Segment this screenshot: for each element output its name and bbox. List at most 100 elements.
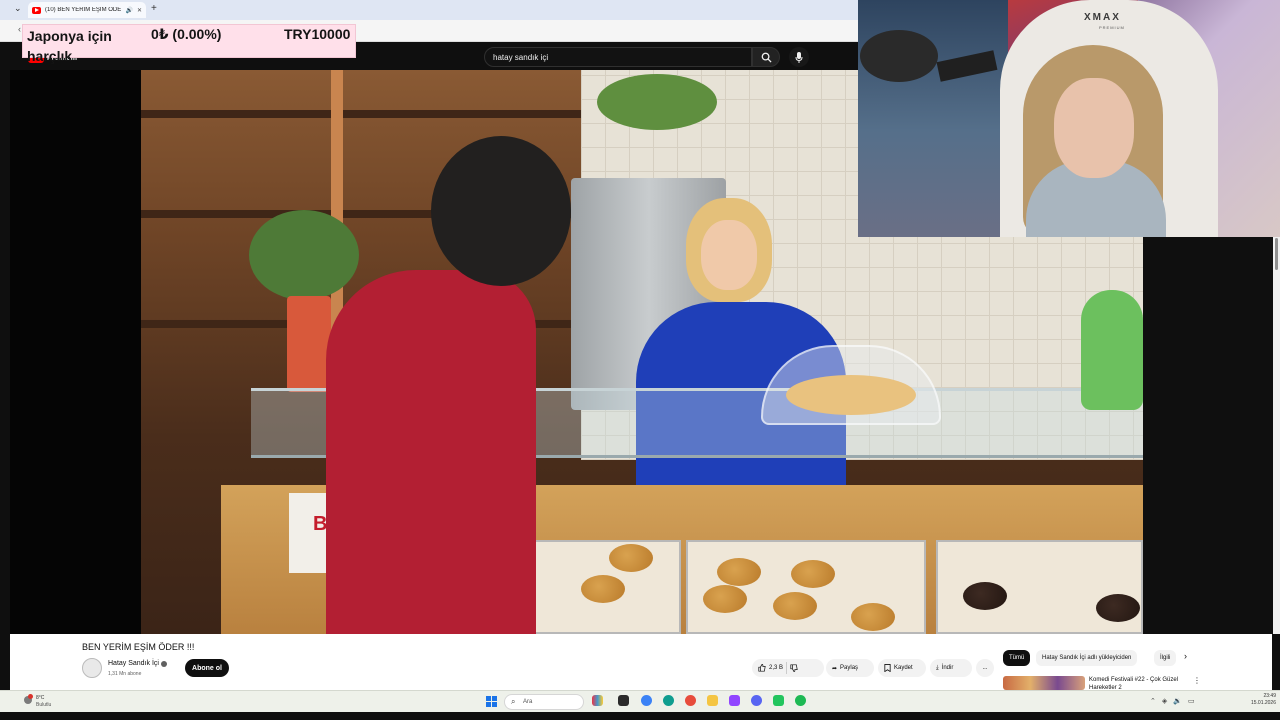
speaker-icon[interactable]: 🔊	[125, 7, 132, 14]
share-label: Paylaş	[840, 665, 859, 671]
recommended-video-thumbnail[interactable]	[1003, 676, 1085, 690]
clock-date: 15.01.2026	[1250, 700, 1276, 706]
chocolate-cookie	[963, 582, 1007, 610]
cheesecake	[786, 375, 916, 415]
man-head	[431, 136, 571, 286]
cookie	[717, 558, 761, 586]
plant	[249, 210, 359, 300]
volume-icon[interactable]: 🔉	[1173, 697, 1182, 705]
verified-badge-icon	[160, 660, 167, 667]
webcam-table	[860, 30, 938, 82]
cookie	[581, 575, 625, 603]
taskbar-clock[interactable]: 23:49 15.01.2026	[1240, 693, 1276, 707]
branded-box: B	[289, 493, 329, 573]
channel-name-row[interactable]: Hatay Sandık İçi	[108, 660, 167, 667]
tray-chevron-icon[interactable]: ⌃	[1150, 697, 1156, 705]
woman-face	[701, 220, 757, 290]
donation-goal-label: Japonya için harçlık	[27, 28, 112, 64]
streamer-face	[1054, 78, 1134, 178]
shelf	[141, 110, 581, 118]
more-options-icon[interactable]: ⋮	[1193, 676, 1201, 685]
tab-title: (10) BEN YERİM EŞİM ÖDER	[45, 7, 122, 13]
cookie	[851, 603, 895, 631]
subscribe-button[interactable]: Abone ol	[185, 659, 229, 677]
subscriber-count: 1,31 Mn abone	[108, 671, 142, 677]
battery-icon[interactable]: ▭	[1188, 697, 1195, 705]
cookie	[791, 560, 835, 588]
bulldog-figurine	[1081, 290, 1143, 410]
page-scrollbar[interactable]	[1273, 237, 1280, 634]
chip-channel-uploads[interactable]: Hatay Sandık İçi adlı yükleyiciden	[1036, 650, 1138, 666]
windows-start-icon[interactable]	[486, 696, 497, 707]
voice-search-button[interactable]	[789, 47, 809, 67]
man-figure	[326, 270, 536, 634]
taskbar-search-input[interactable]: Ara	[504, 694, 584, 710]
network-icon[interactable]: ◈	[1162, 697, 1167, 705]
video-title: BEN YERİM EŞİM ÖDER !!!	[82, 642, 195, 652]
donation-goal-target: TRY10000	[284, 26, 351, 42]
flower-pot	[287, 296, 331, 392]
edge-browser-icon[interactable]	[663, 695, 674, 706]
widget-app-icon[interactable]	[592, 695, 603, 706]
youtube-favicon-icon	[32, 6, 41, 14]
tab-list-chevron-icon[interactable]: ⌄	[14, 3, 22, 14]
chip-all[interactable]: Tümü	[1003, 650, 1031, 666]
search-icon	[761, 52, 772, 63]
spotify-icon[interactable]	[795, 695, 806, 706]
cookie	[609, 544, 653, 572]
share-button[interactable]: ➦ Paylaş	[826, 659, 874, 677]
weather-condition: Bulutlu	[36, 702, 52, 708]
like-count[interactable]: 2,3 B	[769, 665, 783, 671]
like-separator	[786, 662, 788, 674]
save-button[interactable]: Kaydet	[878, 659, 926, 677]
like-dislike-group: 2,3 B	[752, 659, 824, 677]
chrome-browser-icon[interactable]	[685, 695, 696, 706]
close-tab-icon[interactable]: ✕	[137, 7, 142, 14]
new-tab-button[interactable]: +	[151, 3, 157, 14]
player-letterbox-right	[1143, 237, 1273, 634]
search-button[interactable]	[752, 47, 780, 67]
system-tray: ⌃ ◈ 🔉 ▭	[1150, 697, 1195, 705]
more-actions-button[interactable]: ...	[976, 659, 994, 677]
thumbs-up-icon[interactable]	[758, 664, 766, 672]
obs-app-icon[interactable]	[773, 695, 784, 706]
save-label: Kaydet	[894, 665, 913, 671]
weather-temperature: 8°C	[36, 695, 45, 701]
donation-goal-overlay: Japonya için harçlık 0₺ (0.00%) TRY10000	[22, 24, 356, 64]
microphone-icon	[795, 51, 803, 63]
donation-amount: 0₺ (0.00%)	[151, 26, 222, 42]
cookie	[773, 592, 817, 620]
discord-icon[interactable]	[751, 695, 762, 706]
task-view-icon[interactable]	[618, 695, 629, 706]
browser-tab-youtube[interactable]: (10) BEN YERİM EŞİM ÖDER 🔊 ✕	[28, 2, 146, 18]
clock-time: 23:49	[1263, 693, 1276, 699]
flower-bouquet	[597, 74, 717, 130]
download-icon: ⤓	[936, 664, 939, 671]
file-explorer-icon[interactable]	[707, 695, 718, 706]
twitch-icon[interactable]	[729, 695, 740, 706]
chips-next-chevron-icon[interactable]: ›	[1184, 651, 1187, 661]
recommended-video[interactable]: Komedi Festivali #22 - Çok Güzel Hareket…	[1003, 674, 1263, 691]
channel-name[interactable]: Hatay Sandık İçi	[108, 660, 159, 667]
windows-taskbar	[0, 690, 1280, 712]
chocolate-cookie	[1096, 594, 1140, 622]
channel-avatar[interactable]	[82, 658, 102, 678]
cookie	[703, 585, 747, 613]
back-arrow-icon[interactable]: ‹	[18, 24, 21, 34]
search-input[interactable]: hatay sandık içi	[484, 47, 752, 67]
download-button[interactable]: ⤓ İndir	[930, 659, 972, 677]
player-letterbox-left	[10, 70, 141, 634]
notification-badge-icon	[28, 694, 33, 699]
weather-widget[interactable]: 8°C Bulutlu	[24, 694, 64, 710]
bookmark-icon	[884, 664, 891, 672]
streamer-webcam: XMAX PREMIUM	[858, 0, 1280, 237]
page-scrollbar-thumb[interactable]	[1275, 238, 1278, 270]
chip-related[interactable]: İlgili	[1154, 650, 1176, 666]
browser-tab-strip: ⌄ (10) BEN YERİM EŞİM ÖDER 🔊 ✕ +	[0, 0, 858, 20]
copilot-icon[interactable]	[641, 695, 652, 706]
chair-brand: XMAX	[1084, 12, 1121, 23]
download-label: İndir	[941, 665, 954, 671]
thumbs-down-icon[interactable]	[790, 664, 798, 672]
chair-sub-brand: PREMIUM	[1099, 25, 1125, 30]
bottom-letterbox	[0, 712, 1280, 720]
